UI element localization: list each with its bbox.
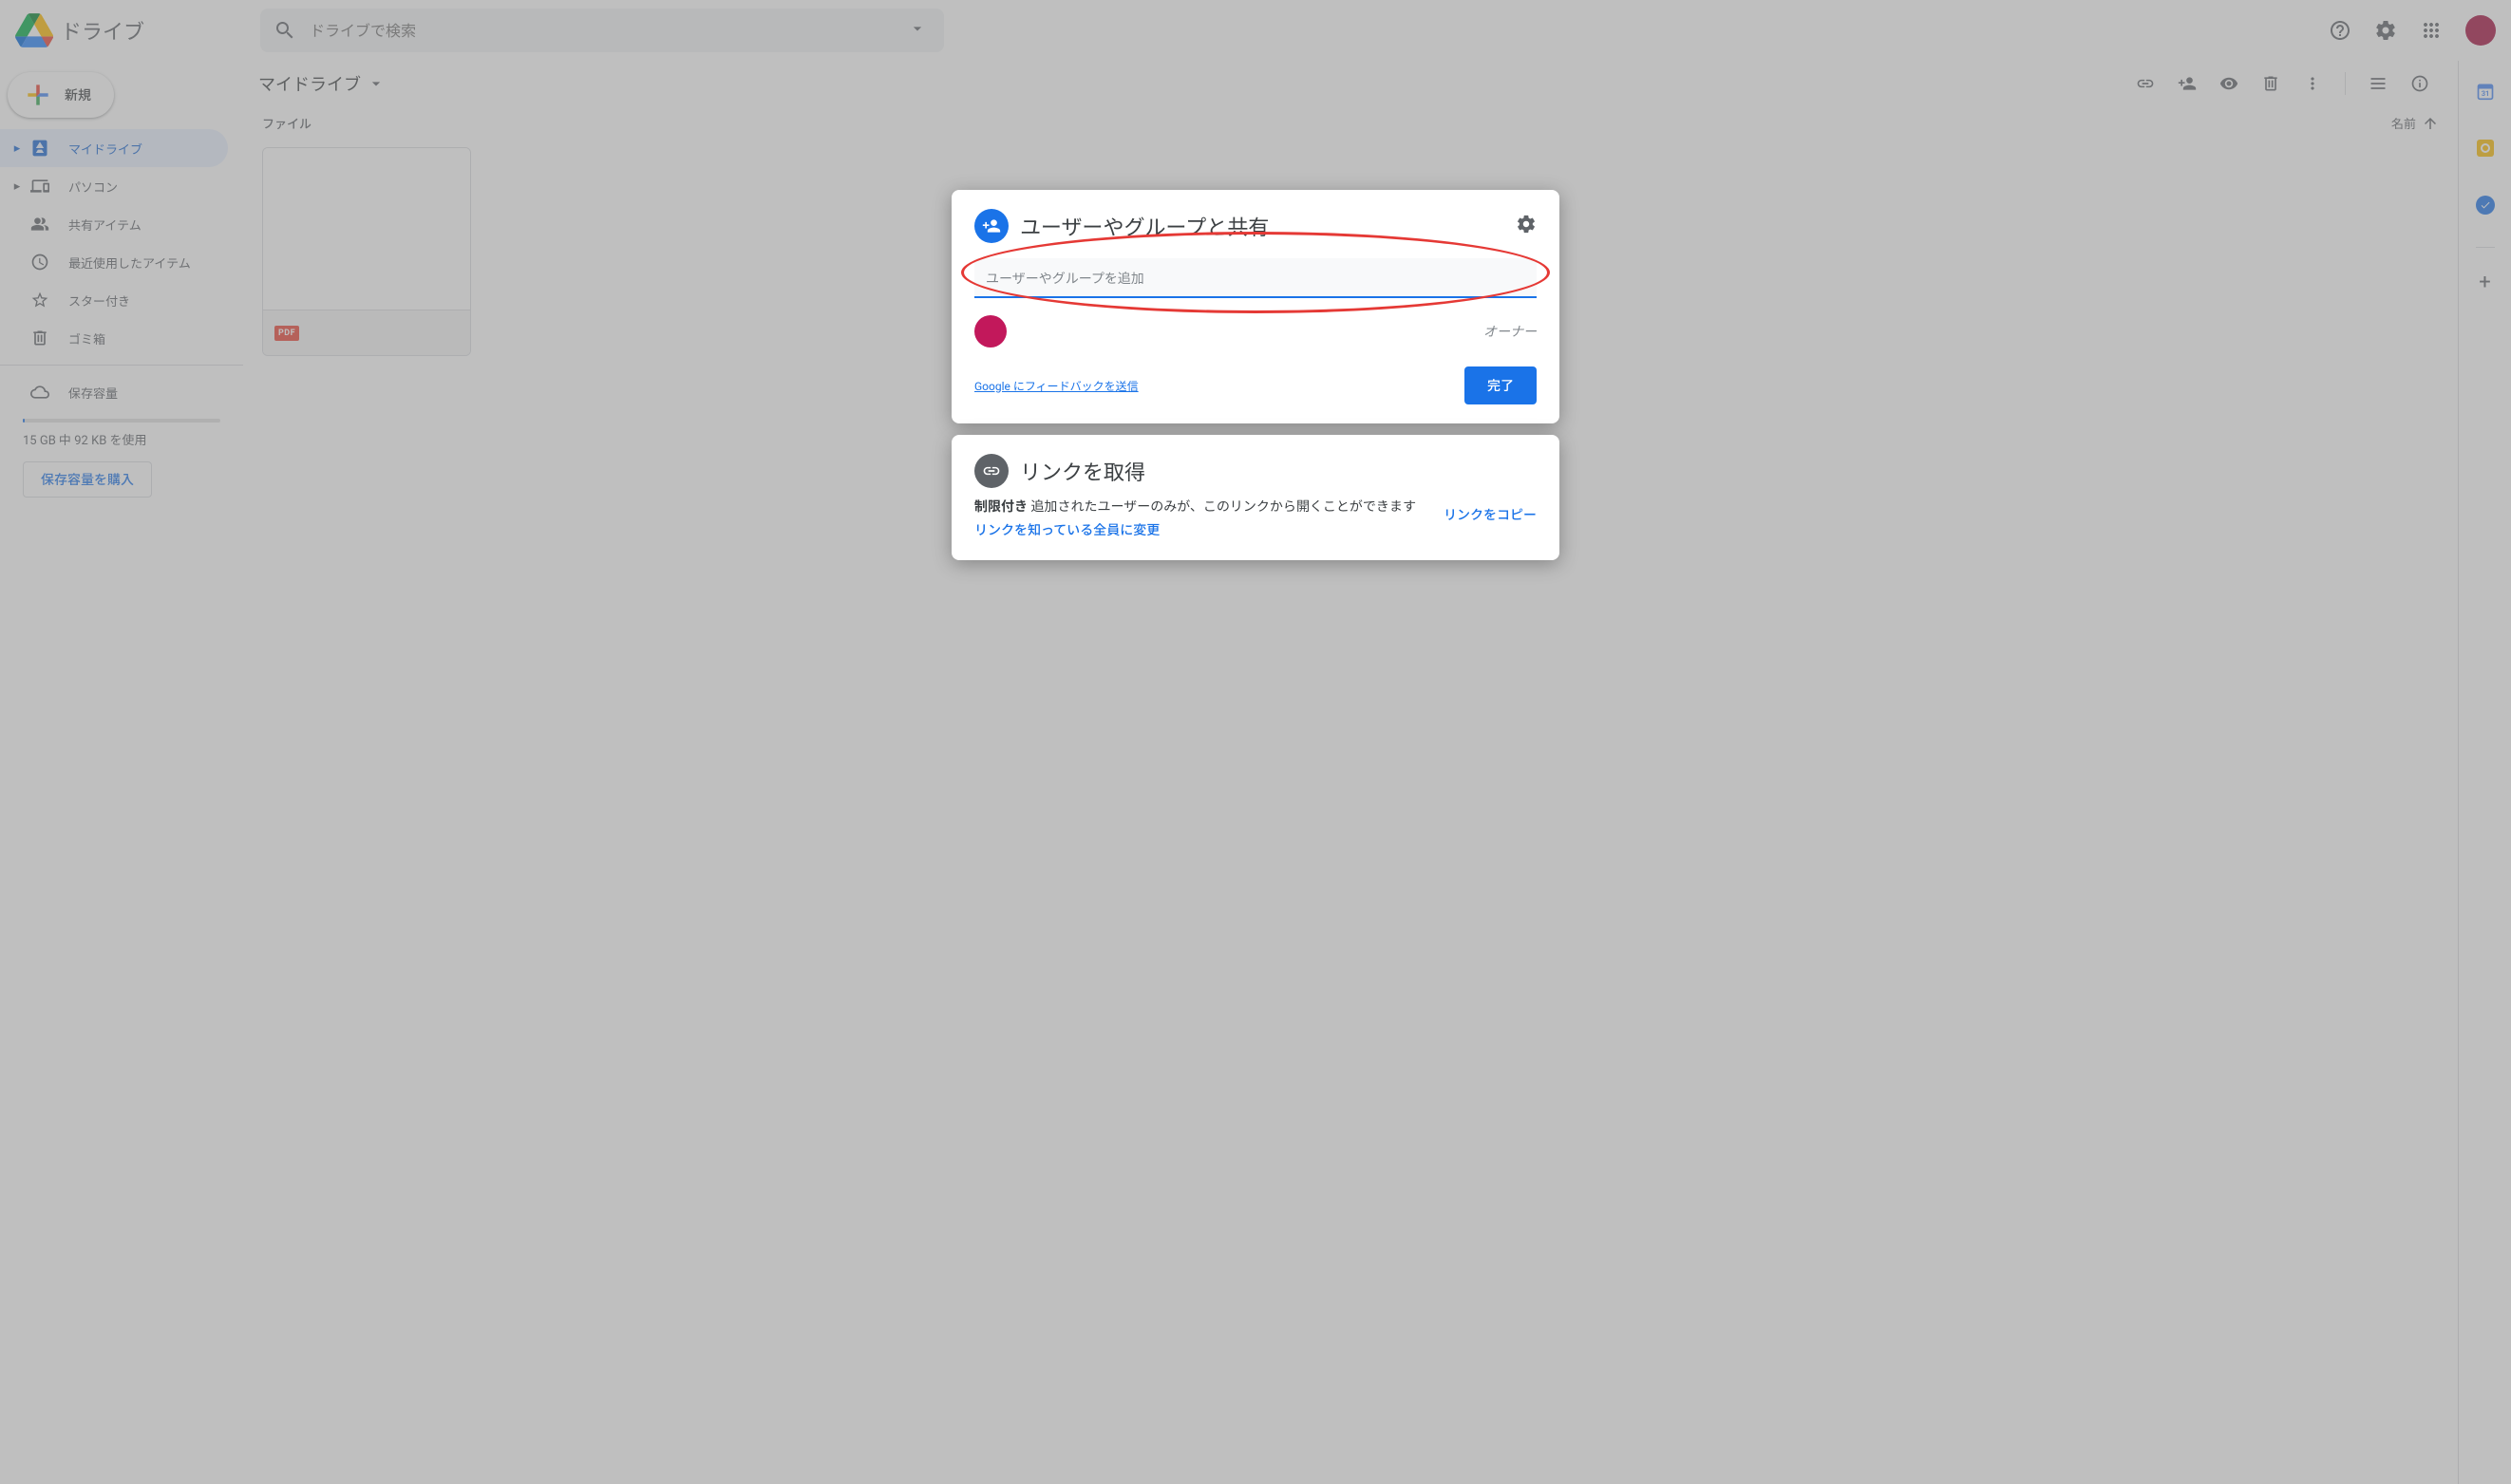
share-settings-button[interactable] xyxy=(1516,214,1537,238)
add-people-input[interactable] xyxy=(974,258,1537,298)
gear-icon xyxy=(1516,214,1537,235)
restricted-desc: 追加されたユーザーのみが、このリンクから開くことができます xyxy=(1028,499,1416,515)
owner-avatar xyxy=(974,315,1007,348)
get-link-dialog: リンクを取得 制限付き 追加されたユーザーのみが、このリンクから開くことができま… xyxy=(952,435,1559,560)
restricted-label: 制限付き xyxy=(974,499,1028,515)
change-access-link[interactable]: リンクを知っている全員に変更 xyxy=(974,521,1160,541)
link-dialog-icon xyxy=(974,454,1009,488)
share-dialog-title: ユーザーやグループと共有 xyxy=(1020,211,1516,241)
copy-link-button[interactable]: リンクをコピー xyxy=(1444,505,1537,524)
share-dialog-icon xyxy=(974,209,1009,243)
owner-role-label: オーナー xyxy=(1483,322,1537,341)
owner-row: オーナー xyxy=(974,315,1537,348)
link-dialog-title: リンクを取得 xyxy=(1020,456,1537,486)
link-restriction-text: 制限付き 追加されたユーザーのみが、このリンクから開くことができます リンクを知… xyxy=(974,498,1425,541)
person-add-icon xyxy=(982,216,1001,235)
feedback-link[interactable]: Google にフィードバックを送信 xyxy=(974,378,1139,394)
done-button[interactable]: 完了 xyxy=(1464,366,1537,404)
share-dialog: ユーザーやグループと共有 オーナー Google にフィードバックを送信 完了 xyxy=(952,190,1559,423)
link-icon xyxy=(982,461,1001,480)
modal-scrim[interactable]: ユーザーやグループと共有 オーナー Google にフィードバックを送信 完了 … xyxy=(0,0,2511,1484)
